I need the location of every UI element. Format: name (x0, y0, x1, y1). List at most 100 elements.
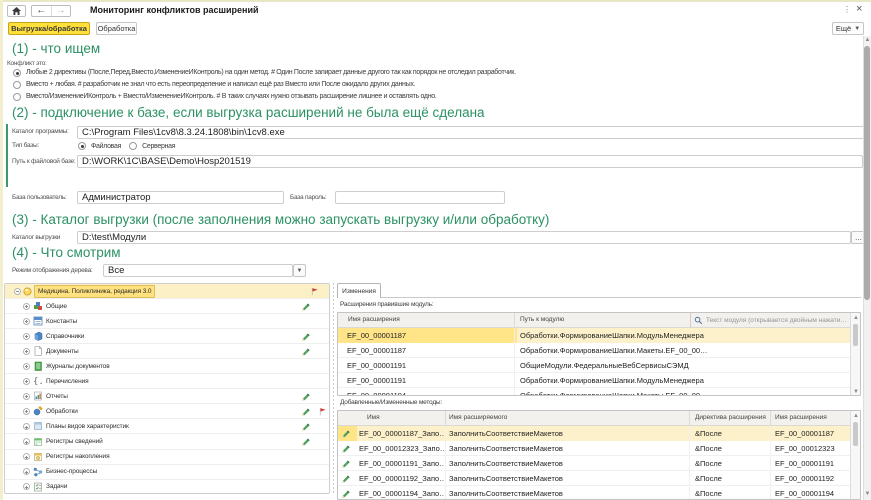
pencil-icon (301, 407, 311, 417)
base-type-label: Тип базы: (12, 142, 39, 149)
conflict-option-1[interactable]: Любые 2 директивы (После,Перед,Вместо,Из… (13, 67, 516, 79)
pencil-icon (301, 422, 311, 432)
window-menu-icon[interactable]: ⋮ (843, 5, 851, 14)
window-scrollbar-thumb[interactable] (864, 46, 870, 300)
base-type-option-label: Серверная (142, 143, 175, 150)
methods-table-row[interactable]: EF_00_00001194_Запо…ЗаполнитьСоответстви… (338, 486, 860, 500)
tree-item-label: Перечисления (46, 378, 89, 385)
radio-icon[interactable] (13, 93, 21, 101)
extensions-table-row[interactable]: EF_00_00001187Обработки.ФормированиеШапк… (338, 328, 860, 343)
radio-selected-icon[interactable] (13, 69, 21, 77)
scroll-down-icon[interactable]: ▼ (853, 389, 859, 395)
tree-item-row[interactable]: Общие (5, 299, 329, 314)
scroll-up-icon[interactable]: ▲ (853, 413, 859, 419)
tree-mode-select[interactable]: Все (103, 264, 293, 277)
search-icon (694, 316, 703, 325)
radio-icon[interactable] (129, 142, 137, 150)
base-type-option-2[interactable]: Серверная (129, 141, 175, 151)
scrollbar-thumb[interactable] (853, 324, 858, 346)
pencil-icon (301, 302, 311, 312)
tree-root-selected-cell[interactable]: Медицина. Поликлиника, редакция 3.0 (34, 285, 155, 298)
tree-item-row[interactable]: Планы видов характеристик (5, 419, 329, 434)
cell-extended-name: ЗаполнитьСоответствиеМакетов (449, 489, 685, 498)
section1-heading: (1) - что ищем (12, 41, 100, 56)
tree-item-row[interactable]: Отчеты (5, 389, 329, 404)
extensions-table-row[interactable]: EF_00_00001191Обработки.ФормированиеШапк… (338, 373, 860, 388)
reports-icon (33, 391, 43, 401)
tree-item-row[interactable]: Бизнес-процессы (5, 465, 329, 480)
methods-table-scrollbar[interactable]: ▲ (850, 411, 860, 500)
extensions-table-row[interactable]: EF_00_00001191ОбщиеМодули.ФедеральныеВеб… (338, 358, 860, 373)
common-icon (33, 301, 43, 311)
root-sphere-icon (23, 287, 32, 296)
radio-selected-icon[interactable] (78, 142, 86, 150)
expand-expander-icon[interactable] (23, 363, 30, 370)
methods-table-row[interactable]: EF_00_00012323_Запо…ЗаполнитьСоответстви… (338, 441, 860, 456)
base-password-input[interactable] (335, 191, 505, 204)
reports-icon (33, 391, 43, 401)
expand-expander-icon[interactable] (23, 348, 30, 355)
tree-mode-dropdown-button[interactable]: ▼ (293, 264, 306, 277)
scrollbar-thumb[interactable] (853, 422, 858, 446)
panel-splitter[interactable] (333, 283, 334, 494)
methods-table-row[interactable]: EF_00_00001187_Запо…ЗаполнитьСоответстви… (338, 426, 860, 441)
base-type-option-1[interactable]: Файловая (78, 141, 121, 151)
tree-item-row[interactable]: Задачи (5, 480, 329, 494)
tree-item-row[interactable]: Обработки (5, 404, 329, 419)
home-button[interactable] (7, 5, 26, 17)
tree-item-row[interactable]: Журналы документов (5, 359, 329, 374)
scroll-down-icon[interactable]: ▼ (864, 491, 871, 497)
tree-item-row[interactable]: Регистры сведений (5, 435, 329, 450)
expand-expander-icon[interactable] (23, 453, 30, 460)
more-button[interactable]: Ещё▼ (832, 22, 864, 35)
flag-icon (310, 287, 319, 296)
expand-expander-icon[interactable] (23, 408, 30, 415)
program-dir-input[interactable]: C:\Program Files\1cv8\8.3.24.1808\bin\1c… (77, 126, 865, 139)
cell-extension-name: EF_00_00001187 (347, 331, 512, 340)
expand-expander-icon[interactable] (23, 468, 30, 475)
radio-icon[interactable] (13, 81, 21, 89)
file-base-input[interactable]: D:\WORK\1C\BASE\Demo\Hosp201519 (77, 155, 863, 168)
tree-item-row[interactable]: Документы (5, 344, 329, 359)
extensions-table-row[interactable]: EF_00_00001187Обработки.ФормированиеШапк… (338, 343, 860, 358)
tree-item-row[interactable]: Константы (5, 314, 329, 329)
process-button[interactable]: Обработка (96, 22, 137, 35)
tree-item-row[interactable]: Справочники (5, 329, 329, 344)
dump-process-button[interactable]: Выгрузка/обработка (8, 22, 90, 35)
tree-item-row[interactable]: {.}Перечисления (5, 374, 329, 389)
expand-expander-icon[interactable] (23, 333, 30, 340)
methods-table-row[interactable]: EF_00_00001191_Запо…ЗаполнитьСоответстви… (338, 456, 860, 471)
back-button[interactable]: ← (32, 6, 51, 16)
expand-expander-icon[interactable] (23, 483, 30, 490)
conflict-option-3[interactable]: Вместо/ИзменениеИКонтроль + Вместо/Измен… (13, 91, 516, 103)
expand-expander-icon[interactable] (23, 438, 30, 445)
base-password-label: База пароль: (290, 194, 326, 201)
conflict-option-2[interactable]: Вместо + любая. # разработчик не знал чт… (13, 79, 516, 91)
expand-expander-icon[interactable] (23, 393, 30, 400)
cell-extension-name: EF_00_00001194 (347, 391, 512, 396)
collapse-expander-icon[interactable] (14, 288, 21, 295)
tab-changes[interactable]: Изменения (337, 283, 381, 298)
dump-dir-input[interactable]: D:\test\Модули (77, 231, 851, 244)
close-icon[interactable]: × (856, 3, 862, 15)
expand-expander-icon[interactable] (23, 423, 30, 430)
tree-item-label: Регистры накопления (46, 453, 110, 460)
forward-button[interactable]: → (51, 6, 71, 16)
scroll-up-icon[interactable]: ▲ (853, 315, 859, 321)
tree-item-row[interactable]: Регистры накопления (5, 450, 329, 465)
methods-table-row[interactable]: EF_00_00001192_Запо…ЗаполнитьСоответстви… (338, 471, 860, 486)
expand-expander-icon[interactable] (23, 303, 30, 310)
module-text-search[interactable]: Текст модуля (открывается двойным нажати… (690, 313, 852, 328)
expand-expander-icon[interactable] (23, 318, 30, 325)
base-user-input[interactable]: Администратор (77, 191, 284, 204)
pencil-icon (341, 474, 351, 484)
scroll-up-icon[interactable]: ▲ (864, 37, 871, 43)
extensions-table-scrollbar[interactable]: ▲▼ (850, 313, 860, 396)
flag-icon (310, 287, 319, 296)
cell-module-path: Обработки.ФормированиеШапки.Макеты.EF_00… (520, 391, 850, 396)
expand-expander-icon[interactable] (23, 378, 30, 385)
extensions-table-row[interactable]: EF_00_00001194 Обработки.ФормированиеШапк… (338, 388, 860, 396)
nav-history-group: ← → (31, 5, 71, 17)
cell-extended-name: ЗаполнитьСоответствиеМакетов (449, 474, 685, 483)
tree-root-row[interactable]: Медицина. Поликлиника, редакция 3.0 (5, 284, 329, 299)
